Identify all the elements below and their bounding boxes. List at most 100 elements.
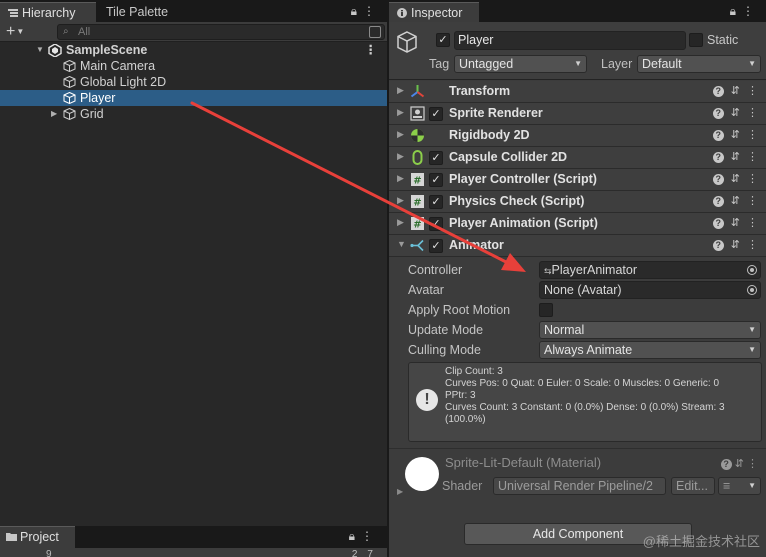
presets-icon[interactable]: ⇵: [731, 195, 740, 207]
hierarchy-toolbar: +▼ ⌕ All: [0, 22, 387, 42]
tab-hierarchy[interactable]: Hierarchy: [0, 2, 96, 22]
presets-icon[interactable]: ⇵: [731, 107, 740, 119]
scene-menu-icon[interactable]: ⋮: [365, 42, 378, 58]
help-icon[interactable]: ?: [712, 218, 724, 229]
update-mode-dropdown[interactable]: Normal ▼: [539, 321, 761, 339]
expand-arrow-icon[interactable]: ▶: [51, 106, 57, 122]
root-motion-checkbox[interactable]: [539, 303, 553, 317]
help-icon[interactable]: ?: [712, 108, 724, 119]
help-icon[interactable]: ?: [712, 240, 724, 251]
component-enabled-checkbox[interactable]: ✓: [429, 173, 443, 187]
kebab-menu-icon[interactable]: ⋮: [747, 239, 758, 251]
help-icon[interactable]: ?: [712, 152, 724, 163]
object-name-field[interactable]: Player: [454, 31, 686, 50]
kebab-menu-icon[interactable]: ⋮: [747, 85, 758, 97]
search-filter-icon[interactable]: [369, 26, 381, 38]
object-picker-icon[interactable]: [747, 265, 757, 275]
foldout-arrow-icon[interactable]: ▶: [397, 85, 404, 96]
object-picker-icon[interactable]: [747, 285, 757, 295]
kebab-menu-icon[interactable]: ⋮: [747, 107, 758, 119]
kebab-menu-icon[interactable]: ⋮: [747, 173, 758, 185]
foldout-arrow-icon[interactable]: ▶: [397, 195, 404, 206]
component-title: Sprite Renderer: [449, 106, 543, 120]
foldout-arrow-icon[interactable]: ▶: [397, 487, 403, 496]
component-rigidbody-2d[interactable]: ▶ Rigidbody 2D ? ⇵ ⋮: [389, 125, 766, 147]
object-header: ✓ Player Static Tag Untagged ▼ Layer Defa…: [389, 22, 766, 80]
layer-dropdown[interactable]: Default ▼: [637, 55, 761, 73]
component-player-controller[interactable]: ▶ # ✓ Player Controller (Script) ? ⇵ ⋮: [389, 169, 766, 191]
presets-icon[interactable]: ⇵: [731, 173, 740, 185]
material-tools: ? ⇵ ⋮: [720, 457, 758, 470]
hierarchy-tabbar: Hierarchy Tile Palette 🔒︎⋮: [0, 0, 387, 22]
presets-icon[interactable]: ⇵: [731, 239, 740, 251]
expand-arrow-icon[interactable]: ▼: [36, 42, 44, 58]
foldout-arrow-icon[interactable]: ▶: [397, 151, 404, 162]
component-capsule-collider-2d[interactable]: ▶ ✓ Capsule Collider 2D ? ⇵ ⋮: [389, 147, 766, 169]
foldout-arrow-icon[interactable]: ▶: [397, 107, 404, 118]
presets-icon[interactable]: ⇵: [735, 458, 744, 470]
kebab-menu-icon[interactable]: ⋮: [747, 458, 758, 470]
project-tabbar: Project 🔒︎⋮: [0, 526, 387, 548]
help-icon[interactable]: ?: [712, 86, 724, 97]
tab-tile-palette[interactable]: Tile Palette: [98, 2, 176, 22]
hierarchy-search-input[interactable]: ⌕ All: [57, 24, 385, 40]
kebab-menu-icon[interactable]: ⋮: [742, 4, 760, 18]
lock-icon[interactable]: 🔒︎: [351, 4, 363, 18]
object-label: Grid: [80, 107, 104, 121]
list-item-selected[interactable]: Player: [0, 90, 387, 106]
tab-inspector[interactable]: Inspector: [389, 2, 479, 22]
help-icon[interactable]: ?: [712, 174, 724, 185]
kebab-menu-icon[interactable]: ⋮: [747, 217, 758, 229]
shader-edit-button[interactable]: Edit...: [671, 477, 715, 495]
foldout-arrow-icon[interactable]: ▼: [397, 239, 406, 249]
list-item[interactable]: Main Camera: [0, 58, 387, 74]
presets-icon[interactable]: ⇵: [731, 217, 740, 229]
static-label: Static: [707, 33, 739, 47]
presets-icon[interactable]: ⇵: [731, 151, 740, 163]
foldout-arrow-icon[interactable]: ▶: [397, 173, 404, 184]
active-checkbox[interactable]: ✓: [436, 33, 450, 47]
component-player-animation[interactable]: ▶ # ✓ Player Animation (Script) ? ⇵ ⋮: [389, 213, 766, 235]
transform-icon: [410, 84, 425, 99]
kebab-menu-icon[interactable]: ⋮: [361, 529, 379, 543]
component-enabled-checkbox[interactable]: ✓: [429, 107, 443, 121]
lock-icon[interactable]: 🔒︎: [730, 4, 742, 18]
component-animator[interactable]: ▼ ✓ Animator ? ⇵ ⋮: [389, 235, 766, 257]
component-tools: ? ⇵ ⋮: [706, 84, 758, 97]
project-search-input[interactable]: 9: [46, 549, 52, 557]
component-enabled-checkbox[interactable]: ✓: [429, 217, 443, 231]
foldout-arrow-icon[interactable]: ▶: [397, 129, 404, 140]
presets-icon[interactable]: ⇵: [731, 85, 740, 97]
controller-field[interactable]: ⇆PlayerAnimator: [539, 261, 761, 279]
culling-mode-dropdown[interactable]: Always Animate ▼: [539, 341, 761, 359]
shader-options-dropdown[interactable]: ≡ ▼: [718, 477, 761, 495]
list-item[interactable]: Global Light 2D: [0, 74, 387, 90]
list-item[interactable]: ▶ Grid: [0, 106, 387, 122]
kebab-menu-icon[interactable]: ⋮: [747, 195, 758, 207]
help-icon[interactable]: ?: [712, 196, 724, 207]
inspector-panel: Inspector 🔒︎⋮ ✓ Player Static Tag Untagg…: [389, 0, 766, 557]
kebab-menu-icon[interactable]: ⋮: [363, 4, 381, 18]
presets-icon[interactable]: ⇵: [731, 129, 740, 141]
component-sprite-renderer[interactable]: ▶ ✓ Sprite Renderer ? ⇵ ⋮: [389, 103, 766, 125]
kebab-menu-icon[interactable]: ⋮: [747, 151, 758, 163]
help-icon[interactable]: ?: [720, 459, 732, 470]
component-title: Capsule Collider 2D: [449, 150, 568, 164]
scene-label: SampleScene: [66, 43, 148, 57]
component-physics-check[interactable]: ▶ # ✓ Physics Check (Script) ? ⇵ ⋮: [389, 191, 766, 213]
add-object-button[interactable]: +▼: [6, 23, 24, 41]
lock-icon[interactable]: 🔒︎: [349, 529, 361, 543]
component-enabled-checkbox[interactable]: ✓: [429, 195, 443, 209]
foldout-arrow-icon[interactable]: ▶: [397, 217, 404, 228]
tab-project[interactable]: Project: [0, 526, 75, 548]
component-transform[interactable]: ▶ Transform ? ⇵ ⋮: [389, 81, 766, 103]
kebab-menu-icon[interactable]: ⋮: [747, 129, 758, 141]
scene-row[interactable]: ▼ SampleScene ⋮: [0, 42, 387, 58]
component-enabled-checkbox[interactable]: ✓: [429, 239, 443, 253]
avatar-field[interactable]: None (Avatar): [539, 281, 761, 299]
tag-dropdown[interactable]: Untagged ▼: [454, 55, 587, 73]
help-icon[interactable]: ?: [712, 130, 724, 141]
component-enabled-checkbox[interactable]: ✓: [429, 151, 443, 165]
shader-dropdown[interactable]: Universal Render Pipeline/2: [493, 477, 666, 495]
static-checkbox[interactable]: [689, 33, 703, 47]
